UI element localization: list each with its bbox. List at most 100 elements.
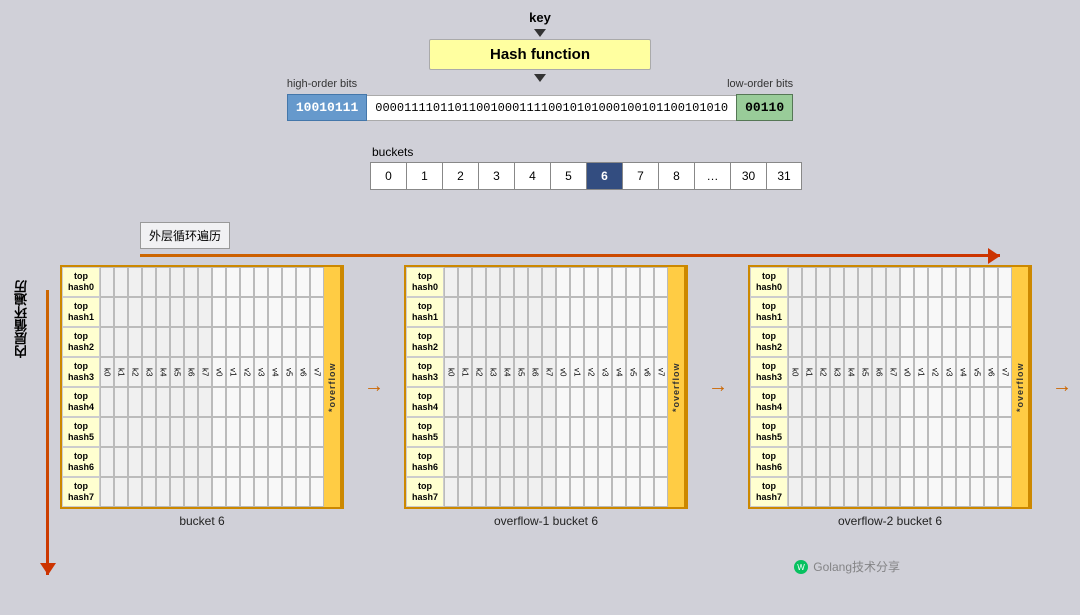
k-cell-0-5 [170, 267, 184, 297]
k-cell-0-7 [886, 267, 900, 297]
v-cell-3-7: v7 [998, 357, 1012, 387]
k-cell-1-3 [142, 297, 156, 327]
v-cell-5-2 [584, 417, 598, 447]
key-cells-1 [444, 297, 556, 327]
bucket3: top hash0top hash1top hash2top hash3k0k1… [748, 265, 1032, 528]
k-cell-0-3 [486, 267, 500, 297]
k-cell-5-3 [830, 417, 844, 447]
v-cell-6-0 [900, 447, 914, 477]
k-cell-7-4 [500, 477, 514, 507]
v-cell-0-0 [212, 267, 226, 297]
v-cell-7-0 [556, 477, 570, 507]
bucket-row-2: top hash2 [750, 327, 1012, 357]
v-cell-2-3 [254, 327, 268, 357]
v-cell-3-2: v2 [928, 357, 942, 387]
v-cell-1-5 [970, 297, 984, 327]
k-cell-7-6 [872, 477, 886, 507]
key-cells-3: k0k1k2k3k4k5k6k7 [100, 357, 212, 387]
outer-loop-arrow-line [140, 254, 1000, 257]
top-section: key Hash function high-order bits low-or… [0, 0, 1080, 121]
v-cell-1-7 [654, 297, 668, 327]
v-cell-5-6 [296, 417, 310, 447]
v-cell-0-7 [998, 267, 1012, 297]
key-cells-0 [100, 267, 212, 297]
k-cell-2-7 [198, 327, 212, 357]
k-cell-1-2 [472, 297, 486, 327]
bucket-cell-0: 0 [370, 162, 406, 190]
key-cells-4 [100, 387, 212, 417]
v-cell-1-7 [310, 297, 324, 327]
bucket-row-7: top hash7 [62, 477, 324, 507]
bucket-row-0: top hash0 [62, 267, 324, 297]
v-cell-6-2 [584, 447, 598, 477]
k-cell-6-1 [114, 447, 128, 477]
hash-arrow [534, 74, 546, 82]
bucket1: top hash0top hash1top hash2top hash3k0k1… [60, 265, 344, 528]
v-cell-3-5: v5 [970, 357, 984, 387]
v-cell-7-5 [626, 477, 640, 507]
v-cell-6-7 [310, 447, 324, 477]
k-cell-2-5 [514, 327, 528, 357]
k-cell-7-2 [128, 477, 142, 507]
k-cell-4-0 [100, 387, 114, 417]
row-label-3: top hash3 [406, 357, 444, 387]
k-cell-6-7 [198, 447, 212, 477]
k-cell-7-5 [858, 477, 872, 507]
k-cell-1-1 [802, 297, 816, 327]
v-cell-3-6: v6 [296, 357, 310, 387]
key-cells-5 [788, 417, 900, 447]
k-cell-1-7 [198, 297, 212, 327]
v-cell-2-5 [970, 327, 984, 357]
v-cell-3-7: v7 [310, 357, 324, 387]
v-cell-1-5 [626, 297, 640, 327]
v-cell-1-3 [598, 297, 612, 327]
k-cell-6-2 [472, 447, 486, 477]
k-cell-0-4 [500, 267, 514, 297]
bucket-row-6: top hash6 [750, 447, 1012, 477]
k-cell-7-7 [198, 477, 212, 507]
v-cell-3-6: v6 [984, 357, 998, 387]
v-cell-7-6 [984, 477, 998, 507]
v-cell-5-6 [640, 417, 654, 447]
k-cell-0-1 [114, 267, 128, 297]
row-label-6: top hash6 [750, 447, 788, 477]
v-cell-0-6 [640, 267, 654, 297]
k-cell-4-7 [198, 387, 212, 417]
k-cell-0-1 [802, 267, 816, 297]
k-cell-5-1 [114, 417, 128, 447]
key-cells-4 [788, 387, 900, 417]
v-cell-6-6 [984, 447, 998, 477]
v-cell-0-7 [654, 267, 668, 297]
v-cell-1-7 [998, 297, 1012, 327]
high-bits: 10010111 [287, 94, 367, 121]
bucket-row-0: top hash0 [750, 267, 1012, 297]
bucket2-grid: top hash0top hash1top hash2top hash3k0k1… [404, 265, 688, 509]
bucket3-grid: top hash0top hash1top hash2top hash3k0k1… [748, 265, 1032, 509]
k-cell-3-7: k7 [886, 357, 900, 387]
bucket-cell-7: 7 [622, 162, 658, 190]
k-cell-3-0: k0 [100, 357, 114, 387]
v-cell-7-2 [928, 477, 942, 507]
bucket-row-1: top hash1 [750, 297, 1012, 327]
row-label-4: top hash4 [62, 387, 100, 417]
v-cell-5-1 [226, 417, 240, 447]
v-cell-3-4: v4 [956, 357, 970, 387]
k-cell-4-6 [184, 387, 198, 417]
v-cell-6-5 [970, 447, 984, 477]
k-cell-3-2: k2 [816, 357, 830, 387]
v-cell-7-5 [282, 477, 296, 507]
v-cell-0-6 [984, 267, 998, 297]
bucket2: top hash0top hash1top hash2top hash3k0k1… [404, 265, 688, 528]
row-label-0: top hash0 [406, 267, 444, 297]
bucket-row-4: top hash4 [62, 387, 324, 417]
v-cell-5-5 [626, 417, 640, 447]
k-cell-2-3 [830, 327, 844, 357]
main-area: top hash0top hash1top hash2top hash3k0k1… [60, 265, 1050, 585]
v-cell-1-2 [240, 297, 254, 327]
k-cell-5-6 [872, 417, 886, 447]
k-cell-1-3 [830, 297, 844, 327]
v-cell-0-5 [282, 267, 296, 297]
v-cell-0-2 [584, 267, 598, 297]
k-cell-2-6 [184, 327, 198, 357]
svg-text:W: W [798, 563, 806, 572]
